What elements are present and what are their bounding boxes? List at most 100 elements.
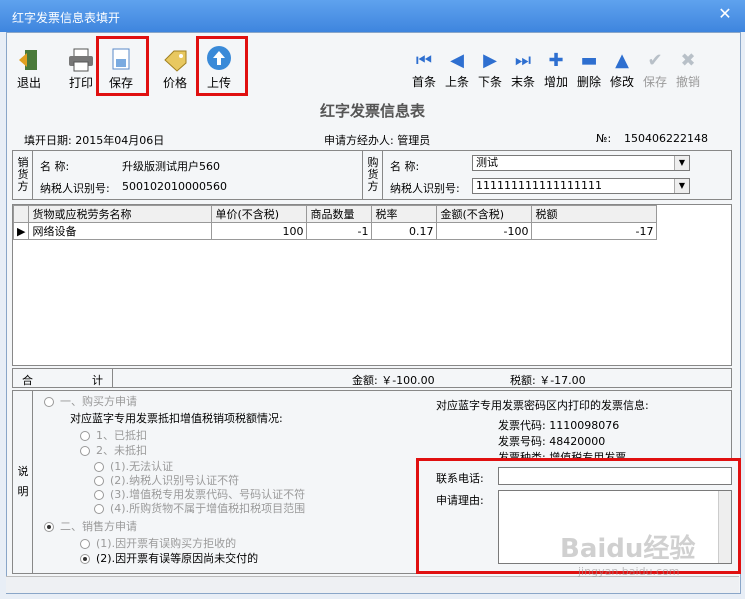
highlight-upload xyxy=(196,36,248,96)
total-amount: 金额: ￥-100.00 xyxy=(352,374,435,387)
radio-icon xyxy=(94,476,104,486)
first-record-button[interactable]: ⏮ 首条 xyxy=(407,50,441,90)
number-value: 150406222148 xyxy=(624,132,708,145)
buyer-vchar: 方 xyxy=(367,180,379,193)
col-header-qty[interactable]: 商品数量 xyxy=(306,205,373,223)
blue-invoice-info-title: 对应蓝字专用发票密码区内打印的发票信息: xyxy=(436,399,649,412)
divider xyxy=(362,150,363,200)
plus-icon: ✚ xyxy=(548,50,564,71)
prev-record-button[interactable]: ◀ 上条 xyxy=(440,50,474,90)
cell-rate[interactable]: 0.17 xyxy=(371,222,438,240)
print-button[interactable]: 打印 xyxy=(64,48,98,91)
seller-apply-label: 二、销售方申请 xyxy=(60,520,137,533)
cancel-label: 撤销 xyxy=(675,75,700,89)
buyer-name-label: 名 称: xyxy=(390,160,420,173)
next-record-button[interactable]: ▶ 下条 xyxy=(473,50,507,90)
last-label: 末条 xyxy=(510,75,535,89)
title-bar: 红字发票信息表填开 ✕ xyxy=(0,0,745,32)
divider xyxy=(32,150,33,200)
save-record-button[interactable]: ✔ 保存 xyxy=(638,50,672,90)
check-icon: ✔ xyxy=(647,50,663,71)
col-header-amount[interactable]: 金额(不含税) xyxy=(436,205,533,223)
watermark-url: jingyan.baidu.com xyxy=(578,565,680,578)
delete-button[interactable]: ▬ 删除 xyxy=(572,50,606,90)
print-label: 打印 xyxy=(68,76,93,90)
radio-icon xyxy=(94,504,104,514)
price-label: 价格 xyxy=(162,76,187,90)
radio-icon xyxy=(80,446,90,456)
opt-deducted-label: 1、已抵扣 xyxy=(96,429,147,442)
buyer-taxid-select[interactable]: 111111111111111111 ▼ xyxy=(472,178,690,194)
col-header-price[interactable]: 单价(不含税) xyxy=(211,205,308,223)
edit-triangle-icon: ▲ xyxy=(615,50,629,71)
buyer-apply-radio[interactable]: 一、购买方申请 xyxy=(44,393,137,409)
seller-name-label: 名 称: xyxy=(40,160,70,173)
opt-not-deducted-radio[interactable]: 2、未抵扣 xyxy=(80,442,147,458)
seller-opt2-radio[interactable]: (2).因开票有误等原因尚未交付的 xyxy=(80,550,258,566)
save-record-label: 保存 xyxy=(642,75,667,89)
add-label: 增加 xyxy=(543,75,568,89)
exit-button[interactable]: 退出 xyxy=(12,48,46,91)
divider xyxy=(382,150,383,200)
cancel-button[interactable]: ✖ 撤销 xyxy=(671,50,705,90)
first-icon: ⏮ xyxy=(415,50,433,71)
last-record-button[interactable]: ⏭ 末条 xyxy=(506,50,540,90)
explain-vchar: 明 xyxy=(17,485,29,498)
next-label: 下条 xyxy=(477,75,502,89)
last-icon: ⏭ xyxy=(514,50,532,71)
cell-amount[interactable]: -100 xyxy=(436,222,533,240)
x-icon: ✖ xyxy=(680,50,696,71)
divider xyxy=(32,390,33,574)
edit-button[interactable]: ▲ 修改 xyxy=(605,50,639,90)
goods-table: 货物或应税劳务名称 单价(不含税) 商品数量 税率 金额(不含税) 税额 ▶ 网… xyxy=(12,205,658,240)
fill-date: 填开日期: 2015年04月06日 xyxy=(24,134,165,147)
seller-apply-radio[interactable]: 二、销售方申请 xyxy=(44,518,137,534)
explain-vchar: 说 xyxy=(17,465,29,478)
exit-label: 退出 xyxy=(16,76,41,90)
cell-tax[interactable]: -17 xyxy=(531,222,658,240)
col-header-name[interactable]: 货物或应税劳务名称 xyxy=(28,205,213,223)
totals-label-he: 合 xyxy=(22,374,33,387)
prev-label: 上条 xyxy=(444,75,469,89)
prev-icon: ◀ xyxy=(450,50,464,71)
total-tax: 税额: ￥-17.00 xyxy=(510,374,586,387)
radio-checked-icon xyxy=(80,554,90,564)
applicant: 申请方经办人: 管理员 xyxy=(324,134,431,147)
opt-deducted-radio[interactable]: 1、已抵扣 xyxy=(80,427,147,443)
chevron-down-icon[interactable]: ▼ xyxy=(674,156,689,170)
seller-name-value: 升级版测试用户560 xyxy=(122,160,220,173)
close-button[interactable]: ✕ xyxy=(714,4,736,24)
radio-checked-icon xyxy=(44,522,54,532)
col-header-tax[interactable]: 税额 xyxy=(531,205,658,223)
col-header-rate[interactable]: 税率 xyxy=(371,205,438,223)
row-indicator-header xyxy=(12,205,30,223)
price-button[interactable]: 价格 xyxy=(158,48,192,91)
watermark-brand: Baidu经验 xyxy=(560,534,696,564)
table-row[interactable]: ▶ 网络设备 100 -1 0.17 -100 -17 xyxy=(12,222,658,240)
invoice-code: 发票代码: 1110098076 xyxy=(498,419,620,432)
radio-icon xyxy=(44,397,54,407)
sub4-radio[interactable]: (4).所购货物不属于增值税扣税项目范围 xyxy=(94,500,305,516)
deduct-question: 对应蓝字专用发票抵扣增值税销项税额情况: xyxy=(70,412,283,425)
explain-vertical-label: 说 明 xyxy=(16,462,30,502)
buyer-taxid-value: 111111111111111111 xyxy=(476,179,602,192)
buyer-name-select[interactable]: 测试 ▼ xyxy=(472,155,690,171)
seller-vchar: 方 xyxy=(17,180,29,193)
minus-icon: ▬ xyxy=(580,50,598,71)
table-header-row: 货物或应税劳务名称 单价(不含税) 商品数量 税率 金额(不含税) 税额 xyxy=(12,205,658,223)
window-title: 红字发票信息表填开 xyxy=(12,11,121,25)
add-button[interactable]: ✚ 增加 xyxy=(539,50,573,90)
cell-price[interactable]: 100 xyxy=(211,222,308,240)
radio-icon xyxy=(94,462,104,472)
seller-opt1-label: (1).因开票有误购买方拒收的 xyxy=(96,537,237,550)
highlight-save xyxy=(96,36,149,96)
cell-qty[interactable]: -1 xyxy=(306,222,373,240)
seller-opt1-radio[interactable]: (1).因开票有误购买方拒收的 xyxy=(80,535,236,551)
radio-icon xyxy=(80,431,90,441)
sub4-label: (4).所购货物不属于增值税扣税项目范围 xyxy=(110,502,306,515)
cell-name[interactable]: 网络设备 xyxy=(28,222,213,240)
divider xyxy=(112,368,113,388)
seller-opt2-label: (2).因开票有误等原因尚未交付的 xyxy=(96,552,259,565)
chevron-down-icon[interactable]: ▼ xyxy=(674,179,689,193)
radio-icon xyxy=(94,490,104,500)
